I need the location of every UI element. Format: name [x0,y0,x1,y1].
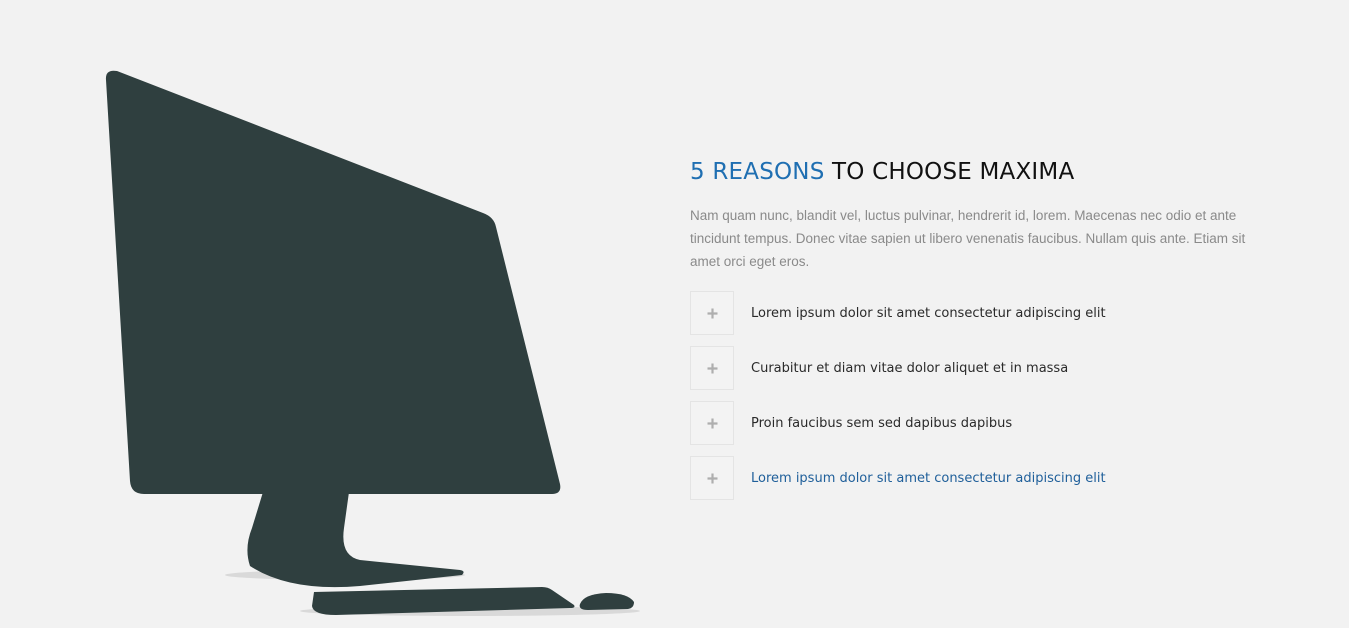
section-title: 5 REASONS TO CHOOSE MAXIMA [690,156,1250,188]
plus-icon[interactable] [690,456,734,500]
mouse [579,593,634,610]
plus-icon[interactable] [690,346,734,390]
reason-label[interactable]: Lorem ipsum dolor sit amet consectetur a… [751,471,1106,486]
reason-label[interactable]: Curabitur et diam vitae dolor aliquet et… [751,361,1068,376]
desktop-computer-icon [105,70,640,616]
plus-icon[interactable] [690,401,734,445]
section-title-rest: TO CHOOSE MAXIMA [832,159,1075,185]
reason-item[interactable]: Lorem ipsum dolor sit amet consectetur a… [690,291,1250,335]
section-intro: Nam quam nunc, blandit vel, luctus pulvi… [690,208,1246,269]
reason-item[interactable]: Curabitur et diam vitae dolor aliquet et… [690,346,1250,390]
reason-label[interactable]: Proin faucibus sem sed dapibus dapibus [751,416,1012,431]
desktop-computer-illustration [0,0,680,623]
reasons-section: 5 REASONS TO CHOOSE MAXIMA Nam quam nunc… [690,156,1250,511]
section-title-accent: 5 REASONS [690,159,825,185]
plus-icon[interactable] [690,291,734,335]
reasons-list: Lorem ipsum dolor sit amet consectetur a… [690,291,1250,500]
monitor-stand [247,492,464,588]
monitor-screen [105,70,561,494]
reason-item[interactable]: Proin faucibus sem sed dapibus dapibus [690,401,1250,445]
reason-label[interactable]: Lorem ipsum dolor sit amet consectetur a… [751,306,1106,321]
reason-item-active[interactable]: Lorem ipsum dolor sit amet consectetur a… [690,456,1250,500]
